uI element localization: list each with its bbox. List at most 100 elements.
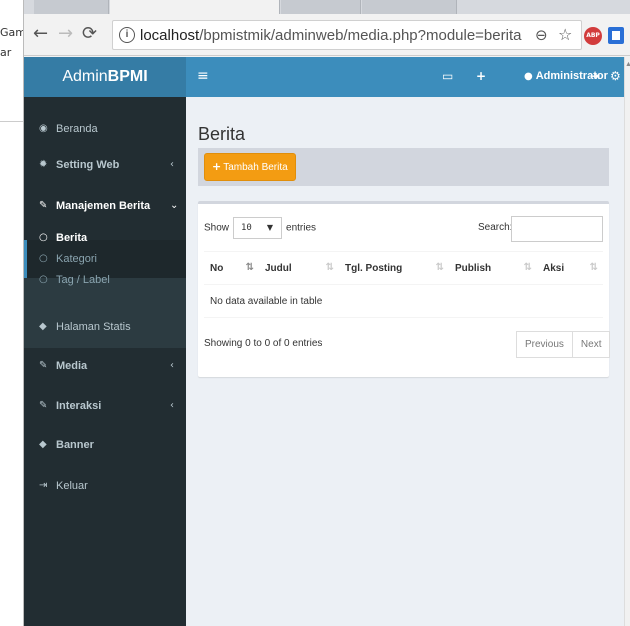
forward-icon[interactable]: →: [58, 24, 73, 44]
sidebar-item-label: Keluar: [56, 480, 88, 492]
sidebar-item-media[interactable]: ✎ Media ‹: [24, 356, 186, 376]
info-icon[interactable]: i: [119, 27, 135, 43]
sidebar-item-label: Beranda: [56, 123, 98, 135]
page-viewport: AdminBPMI ≡ ▭ + ● Administrator ⇥ ⚙ ◉ Ber…: [24, 57, 624, 626]
entries-length-control: Show 10 ▼ entries: [204, 217, 316, 239]
sidebar-subitem-kategori[interactable]: ○ Kategori: [24, 250, 186, 268]
browser-menu-icon[interactable]: ⋮: [626, 24, 630, 43]
datatable-box: Show 10 ▼ entries Search: No ⇅ Judul ⇅ Tgl. P…: [198, 201, 611, 377]
extension-icon[interactable]: [608, 27, 624, 44]
sort-icon: ⇅: [523, 262, 532, 273]
add-berita-button[interactable]: + Tambah Berita: [204, 153, 296, 181]
browser-tab[interactable]: [34, 0, 109, 14]
back-icon[interactable]: ←: [33, 24, 48, 44]
sidebar-subitem-tag-label[interactable]: ○ Tag / Label: [24, 271, 186, 289]
sidebar-item-halaman-statis[interactable]: ◆ Halaman Statis: [24, 317, 186, 337]
tab-strip: [24, 0, 630, 14]
edit-icon: ✎: [39, 400, 48, 411]
plus-icon: +: [212, 160, 222, 173]
tag-icon: ◆: [39, 321, 47, 332]
sidebar-toggle-icon[interactable]: ≡: [197, 68, 209, 84]
adblock-extension-icon[interactable]: ABP: [584, 27, 602, 45]
sign-out-icon: ⇥: [39, 480, 48, 491]
column-header-label: Aksi: [543, 262, 565, 274]
plus-icon[interactable]: +: [476, 69, 486, 83]
column-header-aksi[interactable]: Aksi ⇅: [537, 251, 603, 285]
url-host: localhost: [140, 27, 200, 44]
sidebar-item-setting-web[interactable]: ✹ Setting Web ‹: [24, 155, 186, 175]
laptop-icon[interactable]: ▭: [442, 69, 453, 83]
sort-icon: ⇅: [435, 262, 444, 273]
sidebar-item-keluar[interactable]: ⇥ Keluar: [24, 476, 186, 496]
dashboard-icon: ◉: [39, 123, 48, 134]
search-input[interactable]: [511, 216, 603, 242]
column-header-label: No: [210, 262, 224, 274]
sidebar-subitem-label: Tag / Label: [56, 274, 110, 286]
logo-bold: BPMI: [107, 68, 148, 85]
browser-tab[interactable]: [362, 0, 457, 14]
show-label: Show: [204, 222, 230, 234]
pagination: Previous Next: [516, 331, 611, 358]
background-window: Gam ar: [0, 0, 26, 626]
sidebar-item-label: Interaksi: [56, 400, 102, 412]
table-header-row: No ⇅ Judul ⇅ Tgl. Posting ⇅ Publish ⇅ Aksi ⇅: [204, 251, 603, 285]
entries-value: 10: [241, 223, 252, 233]
sidebar-item-label: Manajemen Berita: [56, 200, 151, 212]
sidebar-item-banner[interactable]: ◆ Banner: [24, 435, 186, 455]
circle-icon: ○: [39, 274, 48, 285]
logo-prefix: Admin: [62, 68, 108, 85]
url-path: /bpmistmik/adminweb/media.php?module=ber…: [199, 27, 522, 44]
page-title: Berita: [198, 124, 246, 144]
address-bar[interactable]: i localhost/bpmistmik/adminweb/media.php…: [112, 20, 582, 50]
url-text[interactable]: localhost/bpmistmik/adminweb/media.php?m…: [140, 27, 521, 44]
sidebar: ◉ Beranda ✹ Setting Web ‹ ✎ Manajemen Be…: [24, 97, 186, 626]
bookmark-star-icon[interactable]: ☆: [558, 25, 572, 44]
empty-table-message: No data available in table: [204, 284, 603, 318]
tag-icon: ◆: [39, 439, 47, 450]
column-header-tgl-posting[interactable]: Tgl. Posting ⇅: [339, 251, 449, 285]
sidebar-subitem-berita[interactable]: ○ Berita: [24, 229, 186, 247]
admin-logo[interactable]: AdminBPMI: [24, 57, 186, 97]
sidebar-subitem-label: Berita: [56, 232, 88, 244]
browser-toolbar: ← → ⟳ i localhost/bpmistmik/adminweb/med…: [24, 14, 630, 56]
sidebar-item-interaksi[interactable]: ✎ Interaksi ‹: [24, 396, 186, 416]
column-header-publish[interactable]: Publish ⇅: [449, 251, 537, 285]
berita-table: No ⇅ Judul ⇅ Tgl. Posting ⇅ Publish ⇅ Aksi ⇅ …: [204, 251, 603, 318]
chevron-left-icon: ‹: [170, 360, 174, 371]
sign-out-icon[interactable]: ⇥: [590, 69, 600, 83]
screenshot-root: Gam ar ← → ⟳ i localhost/bpmistmik/admin…: [0, 0, 630, 626]
add-berita-label: Tambah Berita: [223, 162, 288, 173]
sidebar-item-manajemen-berita[interactable]: ✎ Manajemen Berita ⌄: [24, 196, 186, 216]
scroll-up-icon[interactable]: ▲: [625, 61, 630, 68]
column-header-label: Publish: [455, 262, 492, 274]
next-button[interactable]: Next: [572, 331, 611, 358]
table-row: No data available in table: [204, 284, 603, 318]
sidebar-item-beranda[interactable]: ◉ Beranda: [24, 119, 186, 139]
column-header-judul[interactable]: Judul ⇅: [259, 251, 339, 285]
content-area: Berita + Tambah Berita Show 10 ▼ entries Sea…: [186, 97, 624, 626]
reload-icon[interactable]: ⟳: [82, 24, 97, 44]
sidebar-subitem-label: Kategori: [56, 253, 97, 265]
table-info: Showing 0 to 0 of 0 entries: [204, 338, 323, 349]
user-icon: ●: [524, 71, 533, 82]
sort-icon: ⇅: [589, 262, 598, 273]
sidebar-item-label: Halaman Statis: [56, 321, 131, 333]
column-header-label: Judul: [265, 262, 292, 274]
background-divider: [0, 121, 23, 122]
page-scrollbar[interactable]: ▲: [624, 57, 630, 626]
edit-icon: ✎: [39, 200, 48, 211]
browser-tab-active[interactable]: [110, 0, 280, 14]
cogs-icon[interactable]: ⚙: [610, 69, 621, 83]
browser-tab[interactable]: [281, 0, 361, 14]
column-header-no[interactable]: No ⇅: [204, 251, 259, 285]
sidebar-item-label: Setting Web: [56, 159, 120, 171]
column-header-label: Tgl. Posting: [345, 262, 403, 274]
zoom-icon[interactable]: ⊖: [535, 26, 548, 44]
caret-down-icon: ▼: [266, 223, 274, 232]
browser-window: ← → ⟳ i localhost/bpmistmik/adminweb/med…: [23, 0, 630, 626]
previous-button[interactable]: Previous: [516, 331, 573, 358]
edit-icon: ✎: [39, 360, 48, 371]
entries-select[interactable]: 10 ▼: [233, 217, 283, 239]
background-window-text-2: ar: [0, 46, 12, 59]
entries-label: entries: [286, 222, 317, 234]
